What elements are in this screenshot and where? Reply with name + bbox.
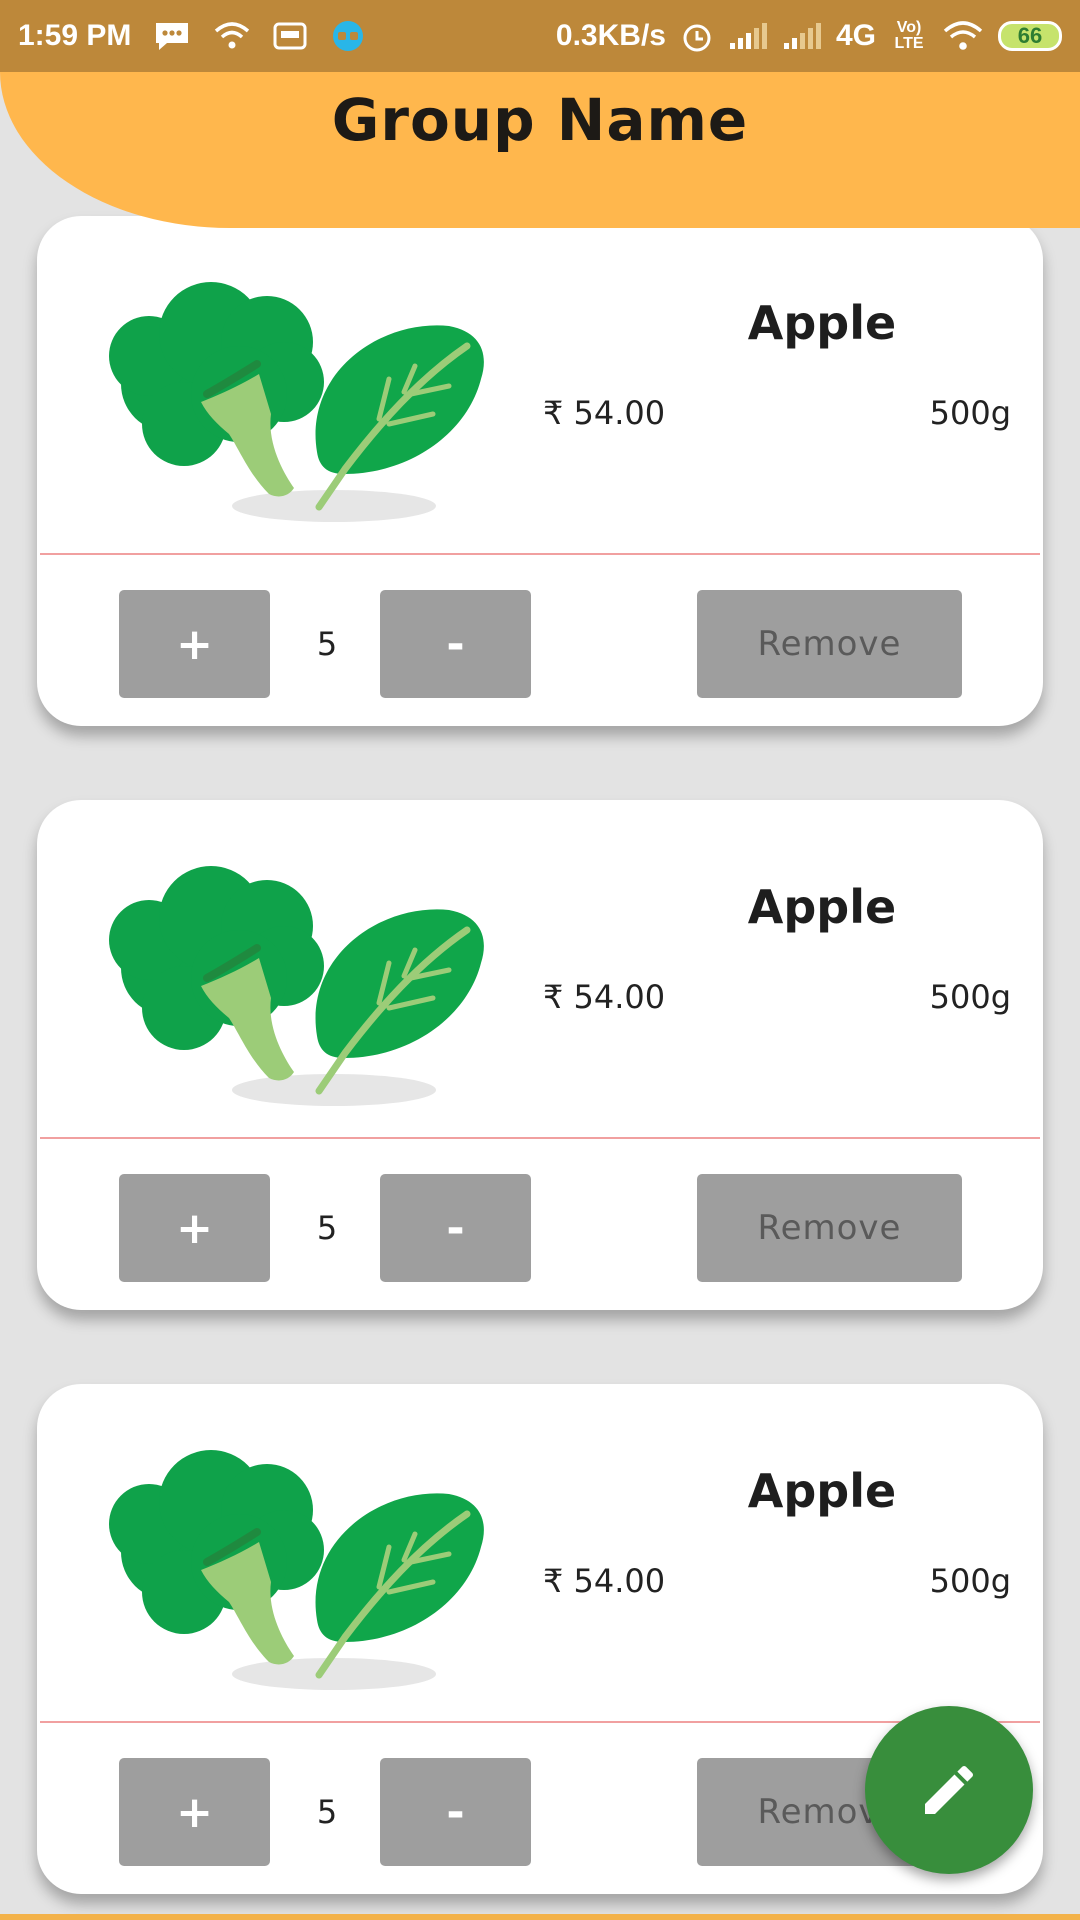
signal-icon — [728, 21, 768, 51]
product-price: ₹ 54.00 — [543, 394, 666, 432]
vegetable-image — [89, 274, 529, 534]
app-header: Group Name — [0, 72, 1080, 228]
wifi-icon — [942, 20, 984, 52]
alarm-icon — [680, 19, 714, 53]
quantity-value: 5 — [316, 625, 338, 663]
wifi-icon — [213, 21, 251, 51]
product-weight: 500g — [929, 394, 1011, 432]
divider — [40, 1137, 1040, 1139]
product-price: ₹ 54.00 — [543, 1562, 666, 1600]
product-name: Apple — [747, 1464, 897, 1518]
page-title: Group Name — [331, 86, 749, 154]
quantity-value: 5 — [316, 1209, 338, 1247]
signal-icon — [782, 21, 822, 51]
product-weight: 500g — [929, 1562, 1011, 1600]
divider — [40, 553, 1040, 555]
product-weight: 500g — [929, 978, 1011, 1016]
screen: 1:59 PM 0.3KB/s 4G Vo) LTE 66 Group Name… — [0, 0, 1080, 1920]
message-icon — [153, 20, 191, 52]
product-name: Apple — [747, 880, 897, 934]
remove-button[interactable]: Remove — [697, 590, 962, 698]
decrement-button[interactable]: - — [380, 1758, 531, 1866]
volte-label: Vo) LTE — [894, 19, 924, 52]
vegetable-image — [89, 858, 529, 1118]
divider — [40, 1721, 1040, 1723]
bottom-strip — [0, 1914, 1080, 1920]
vpn-icon — [329, 20, 367, 52]
edit-fab-button[interactable] — [865, 1706, 1033, 1874]
pencil-icon — [925, 1765, 974, 1814]
product-name: Apple — [747, 296, 897, 350]
remove-button[interactable]: Remove — [697, 1174, 962, 1282]
decrement-button[interactable]: - — [380, 590, 531, 698]
vegetable-image — [89, 1442, 529, 1702]
increment-button[interactable]: + — [119, 1174, 270, 1282]
network-type: 4G — [835, 19, 876, 52]
battery-indicator: 66 — [998, 21, 1062, 51]
increment-button[interactable]: + — [119, 590, 270, 698]
product-price: ₹ 54.00 — [543, 978, 666, 1016]
net-speed: 0.3KB/s — [555, 19, 666, 52]
product-card: Apple ₹ 54.00 500g + 5 - Remove — [37, 800, 1043, 1310]
increment-button[interactable]: + — [119, 1758, 270, 1866]
status-bar: 1:59 PM 0.3KB/s 4G Vo) LTE 66 — [0, 0, 1080, 72]
decrement-button[interactable]: - — [380, 1174, 531, 1282]
cassette-icon — [273, 22, 307, 50]
product-card: Apple ₹ 54.00 500g + 5 - Remove — [37, 216, 1043, 726]
status-time: 1:59 PM — [18, 19, 132, 52]
quantity-value: 5 — [316, 1793, 338, 1831]
